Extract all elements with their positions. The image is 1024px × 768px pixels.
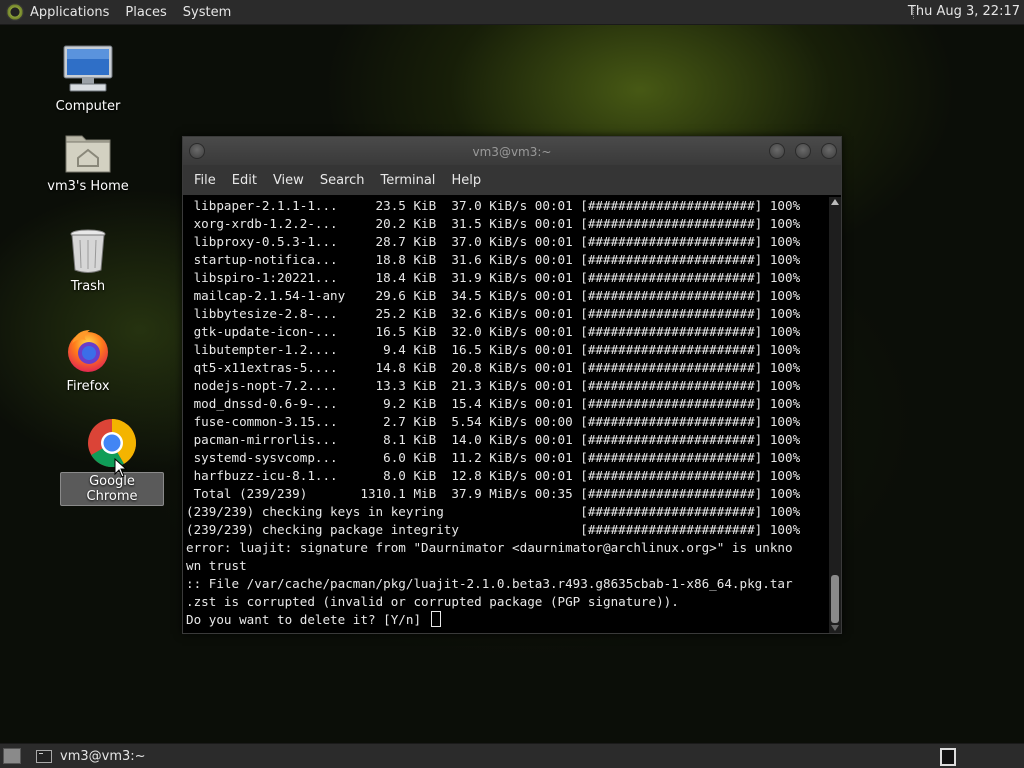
top-panel: Applications Places System Thu Aug 3, 22…	[0, 0, 1024, 25]
terminal-line: systemd-sysvcomp... 6.0 KiB 11.2 KiB/s 0…	[186, 450, 801, 465]
terminal-line: .zst is corrupted (invalid or corrupted …	[186, 594, 679, 609]
window-titlebar[interactable]: vm3@vm3:~	[183, 137, 841, 165]
terminal-line: gtk-update-icon-... 16.5 KiB 32.0 KiB/s …	[186, 324, 801, 339]
terminal-line: (239/239) checking package integrity [##…	[186, 522, 801, 537]
maximize-icon[interactable]	[795, 143, 811, 159]
mouse-pointer-icon	[114, 458, 128, 478]
desktop-icon-label: Firefox	[66, 379, 110, 394]
terminal-line: libproxy-0.5.3-1... 28.7 KiB 37.0 KiB/s …	[186, 234, 801, 249]
menu-file[interactable]: File	[186, 173, 224, 188]
clock[interactable]: Thu Aug 3, 22:17	[908, 4, 1020, 19]
terminal-icon	[36, 749, 52, 763]
menu-view[interactable]: View	[265, 173, 312, 188]
home-folder-icon	[65, 135, 111, 173]
menu-edit[interactable]: Edit	[224, 173, 265, 188]
workspace-switcher[interactable]	[940, 748, 956, 766]
close-icon[interactable]	[821, 143, 837, 159]
scroll-up-icon[interactable]	[831, 199, 839, 205]
terminal-line: qt5-x11extras-5.... 14.8 KiB 20.8 KiB/s …	[186, 360, 801, 375]
desktop-icon-label: Trash	[70, 279, 106, 294]
desktop-icon-computer[interactable]: Computer	[38, 44, 138, 115]
terminal-scrollbar[interactable]	[829, 197, 841, 633]
minimize-icon[interactable]	[769, 143, 785, 159]
taskbar-item-terminal[interactable]: vm3@vm3:~	[36, 746, 146, 766]
show-desktop-icon[interactable]	[3, 748, 21, 764]
terminal-line: libpaper-2.1.1-1... 23.5 KiB 37.0 KiB/s …	[186, 198, 801, 213]
desktop-icon-firefox[interactable]: Firefox	[38, 326, 138, 395]
terminal-line: mailcap-2.1.54-1-any 29.6 KiB 34.5 KiB/s…	[186, 288, 801, 303]
scrollbar-thumb[interactable]	[831, 575, 839, 623]
terminal-line: pacman-mirrorlis... 8.1 KiB 14.0 KiB/s 0…	[186, 432, 801, 447]
terminal-line: xorg-xrdb-1.2.2-... 20.2 KiB 31.5 KiB/s …	[186, 216, 801, 231]
terminal-line: error: luajit: signature from "Daurnimat…	[186, 540, 793, 555]
scroll-down-icon[interactable]	[831, 625, 839, 631]
terminal-line: libbytesize-2.8-... 25.2 KiB 32.6 KiB/s …	[186, 306, 801, 321]
computer-icon	[63, 45, 113, 92]
terminal-menubar: File Edit View Search Terminal Help	[183, 165, 841, 195]
terminal-output[interactable]: libpaper-2.1.1-1... 23.5 KiB 37.0 KiB/s …	[183, 197, 830, 633]
chrome-icon	[88, 419, 136, 468]
terminal-line: fuse-common-3.15... 2.7 KiB 5.54 KiB/s 0…	[186, 414, 801, 429]
menu-applications[interactable]: Applications	[30, 5, 109, 20]
desktop-icon-home[interactable]: vm3's Home	[38, 128, 138, 195]
desktop-icon-label: Computer	[55, 99, 121, 114]
bottom-panel: vm3@vm3:~	[0, 743, 1024, 768]
desktop-icon-label: Google Chrome	[60, 472, 164, 506]
desktop-icon-google-chrome[interactable]: Google Chrome	[60, 418, 164, 506]
window-title: vm3@vm3:~	[472, 145, 552, 159]
menu-search[interactable]: Search	[312, 173, 373, 188]
menu-help[interactable]: Help	[443, 173, 489, 188]
terminal-line: (239/239) checking keys in keyring [####…	[186, 504, 801, 519]
terminal-cursor	[430, 611, 441, 627]
terminal-line: libspiro-1:20221... 18.4 KiB 31.9 KiB/s …	[186, 270, 801, 285]
taskbar-item-label: vm3@vm3:~	[60, 748, 146, 764]
desktop-icon-label: vm3's Home	[47, 179, 129, 194]
terminal-prompt-line: Do you want to delete it? [Y/n]	[186, 611, 830, 629]
terminal-line: harfbuzz-icu-8.1... 8.0 KiB 12.8 KiB/s 0…	[186, 468, 801, 483]
terminal-line: wn trust	[186, 558, 247, 573]
menu-terminal[interactable]: Terminal	[372, 173, 443, 188]
menu-system[interactable]: System	[183, 5, 231, 20]
terminal-line: Total (239/239) 1310.1 MiB 37.9 MiB/s 00…	[186, 486, 801, 501]
desktop-icon-trash[interactable]: Trash	[38, 228, 138, 295]
terminal-line: startup-notifica... 18.8 KiB 31.6 KiB/s …	[186, 252, 801, 267]
window-menu-icon[interactable]	[189, 143, 205, 159]
firefox-icon	[68, 330, 108, 372]
terminal-line: nodejs-nopt-7.2.... 13.3 KiB 21.3 KiB/s …	[186, 378, 801, 393]
terminal-line: mod_dnssd-0.6-9-... 9.2 KiB 15.4 KiB/s 0…	[186, 396, 801, 411]
terminal-line: :: File /var/cache/pacman/pkg/luajit-2.1…	[186, 576, 793, 591]
terminal-line: libutempter-1.2.... 9.4 KiB 16.5 KiB/s 0…	[186, 342, 801, 357]
terminal-window[interactable]: vm3@vm3:~ File Edit View Search Terminal…	[182, 136, 842, 634]
distro-logo-icon[interactable]	[6, 3, 24, 21]
trash-icon	[70, 229, 106, 273]
menu-places[interactable]: Places	[125, 5, 166, 20]
